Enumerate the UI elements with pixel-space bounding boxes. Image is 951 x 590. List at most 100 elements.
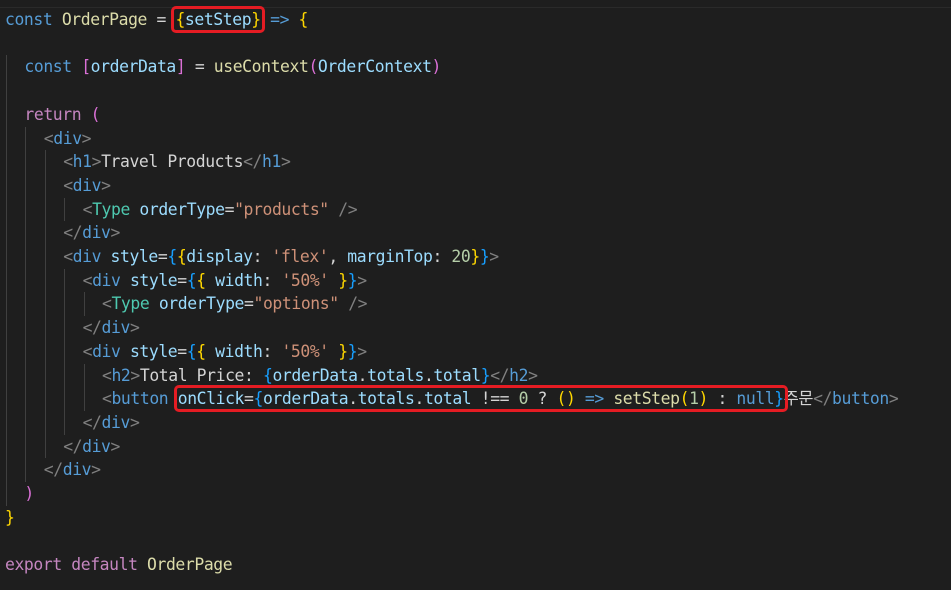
- code-token: (): [556, 389, 576, 409]
- code-token: div: [53, 128, 82, 148]
- code-token: <: [63, 247, 73, 266]
- code-token: '50%': [281, 341, 329, 361]
- code-line[interactable]: <Type orderType="products" />: [83, 198, 358, 222]
- code-token: >: [110, 223, 121, 243]
- code-token: .: [348, 389, 358, 409]
- code-line[interactable]: <div style={{ width: '50%' }}>: [83, 340, 367, 364]
- code-token: h2: [111, 365, 131, 385]
- code-token: OrderContext: [317, 57, 432, 77]
- code-token: 1: [689, 389, 699, 409]
- code-token: </: [82, 318, 102, 338]
- code-token: onClick: [177, 389, 245, 409]
- code-token: orderData: [90, 57, 177, 77]
- code-token: <: [43, 128, 54, 148]
- indent-guide: [25, 126, 27, 482]
- code-token: orderType: [139, 199, 225, 219]
- code-line[interactable]: const OrderPage = {setStep} => {: [5, 6, 309, 33]
- code-token: >: [129, 412, 140, 432]
- code-token: >: [888, 389, 899, 409]
- code-token: div: [72, 247, 102, 266]
- code-token: div: [72, 175, 102, 195]
- code-token: ?: [528, 389, 557, 409]
- code-token: {: [176, 247, 187, 266]
- code-token: marginTop: [347, 247, 433, 266]
- code-token: orderData: [262, 389, 349, 409]
- code-line[interactable]: </div>: [83, 411, 140, 435]
- code-token: </: [490, 365, 510, 385]
- code-line[interactable]: <div>: [43, 127, 92, 151]
- code-line[interactable]: </div>: [83, 316, 140, 340]
- code-token: :: [262, 341, 282, 361]
- code-token: <: [82, 270, 93, 290]
- code-token: :: [262, 270, 282, 290]
- code-token: </: [43, 460, 63, 480]
- code-token: div: [92, 341, 121, 361]
- code-token: OrderPage: [61, 10, 148, 29]
- code-line[interactable]: </div>: [63, 221, 120, 245]
- code-line[interactable]: return (: [24, 103, 100, 127]
- code-line[interactable]: </div>: [63, 435, 120, 459]
- code-token: !==: [480, 389, 510, 409]
- indent-guide: [64, 197, 66, 222]
- code-token: >: [129, 318, 140, 338]
- code-token: useContext: [213, 57, 309, 77]
- code-token: 'flex': [271, 247, 329, 266]
- code-line[interactable]: <h1>Travel Products</h1>: [63, 150, 291, 174]
- code-token: =: [244, 294, 254, 314]
- code-token: >: [528, 365, 538, 385]
- code-line[interactable]: <div style={{display: 'flex', marginTop:…: [63, 245, 499, 269]
- code-token: Type: [92, 199, 130, 219]
- code-token: (: [308, 57, 318, 77]
- code-line[interactable]: </div>: [44, 458, 101, 482]
- code-token: (: [90, 104, 101, 124]
- code-token: ): [698, 389, 709, 409]
- code-line[interactable]: }: [5, 506, 15, 530]
- code-token: }: [5, 507, 15, 527]
- code-token: ): [431, 57, 442, 77]
- code-token: ): [24, 484, 34, 503]
- code-token: =: [224, 199, 235, 219]
- code-token: =: [177, 341, 187, 361]
- code-token: =>: [584, 389, 604, 409]
- code-line[interactable]: <div style={{ width: '50%' }}>: [83, 269, 367, 293]
- code-line[interactable]: <h2>Total Price: {orderData.totals.total…: [102, 364, 538, 388]
- code-token: h1: [72, 152, 92, 172]
- code-line[interactable]: <div>: [63, 174, 111, 198]
- code-token: <: [82, 199, 93, 219]
- code-line[interactable]: const [orderData] = useContext(OrderCont…: [24, 55, 441, 79]
- code-token: width: [215, 270, 263, 290]
- code-token: OrderPage: [147, 555, 233, 575]
- code-token: {: [298, 10, 309, 29]
- code-token: </: [243, 152, 263, 172]
- code-token: {: [167, 247, 177, 266]
- code-token: setStep: [184, 10, 252, 29]
- code-line[interactable]: export default OrderPage: [5, 553, 233, 577]
- code-token: }: [251, 10, 261, 29]
- code-line[interactable]: <Type orderType="options" />: [102, 292, 368, 316]
- code-token: 20: [451, 247, 471, 266]
- code-token: div: [101, 318, 131, 338]
- code-token: const: [24, 57, 72, 77]
- code-token: =: [157, 247, 168, 266]
- code-line[interactable]: ): [24, 482, 34, 506]
- code-token: default: [71, 555, 138, 575]
- code-token: button: [832, 389, 889, 409]
- indent-guide: [83, 363, 85, 411]
- code-token: button: [111, 389, 169, 409]
- code-line[interactable]: <button onClick={orderData.totals.total …: [102, 385, 899, 413]
- code-token: .: [423, 365, 434, 385]
- indent-guide: [6, 55, 7, 506]
- code-editor[interactable]: const OrderPage = {setStep} => {const [o…: [0, 0, 951, 590]
- code-token: ,: [328, 247, 348, 266]
- code-token: {: [175, 10, 185, 29]
